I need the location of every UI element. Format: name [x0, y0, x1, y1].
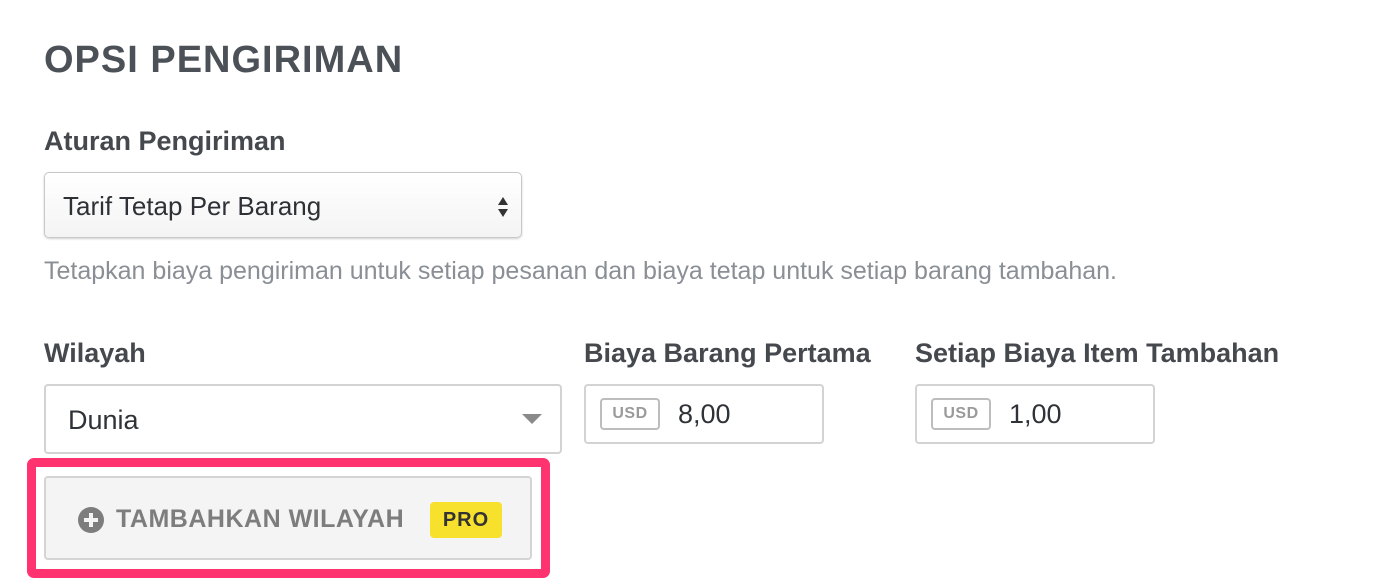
first-item-cost-label: Biaya Barang Pertama — [584, 338, 871, 368]
shipping-rule-help: Tetapkan biaya pengiriman untuk setiap p… — [44, 257, 1117, 285]
add-region-label: TAMBAHKAN WILAYAH — [116, 505, 405, 533]
first-item-cost-input[interactable]: USD 8,00 — [584, 384, 824, 444]
shipping-rule-label: Aturan Pengiriman — [44, 126, 286, 156]
region-select[interactable]: Dunia — [44, 384, 562, 454]
shipping-rule-value: Tarif Tetap Per Barang — [63, 191, 322, 221]
plus-circle-icon — [78, 507, 104, 533]
additional-item-cost-value: 1,00 — [1009, 399, 1062, 429]
shipping-rule-select[interactable]: Tarif Tetap Per Barang — [44, 172, 522, 238]
additional-item-cost-label: Setiap Biaya Item Tambahan — [915, 338, 1280, 368]
pro-badge: PRO — [430, 502, 502, 538]
additional-item-cost-input[interactable]: USD 1,00 — [915, 384, 1155, 444]
chevron-down-icon — [522, 414, 542, 424]
add-region-button[interactable]: TAMBAHKAN WILAYAH PRO — [44, 476, 532, 560]
currency-tag: USD — [600, 398, 660, 430]
currency-tag: USD — [931, 398, 991, 430]
section-title: OPSI PENGIRIMAN — [44, 39, 404, 81]
up-down-arrows-icon — [498, 197, 508, 217]
region-value: Dunia — [68, 405, 139, 435]
region-label: Wilayah — [44, 338, 146, 368]
first-item-cost-value: 8,00 — [678, 399, 731, 429]
